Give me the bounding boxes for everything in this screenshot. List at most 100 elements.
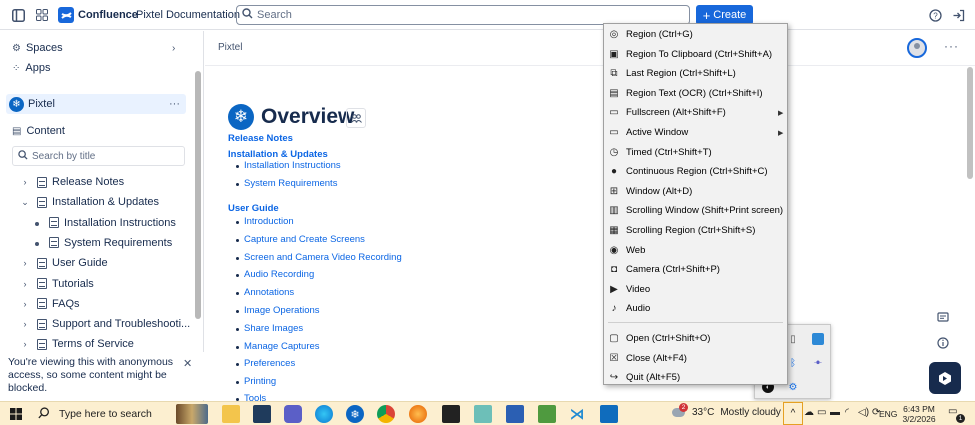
sidebar-tree-item[interactable]: › User Guide [0, 253, 196, 273]
more-actions-icon[interactable]: ··· [944, 39, 959, 53]
log-in-icon[interactable] [950, 7, 966, 23]
context-menu-item[interactable]: ♪ Audio [604, 299, 787, 318]
chevron-right-icon[interactable]: › [20, 319, 30, 329]
context-menu-item[interactable]: ◷ Timed (Ctrl+Shift+T) [604, 143, 787, 162]
overview-link[interactable]: Release Notes [228, 133, 293, 144]
bluetooth-icon[interactable]: ᛒ [787, 357, 799, 369]
avatar[interactable] [907, 38, 927, 58]
sidebar-tree-item[interactable]: › Tutorials [0, 274, 196, 294]
overview-link[interactable]: Tools [244, 393, 266, 401]
outlook-icon[interactable] [600, 405, 618, 423]
overview-link[interactable]: Screen and Camera Video Recording [244, 252, 402, 263]
overview-link[interactable]: Preferences [244, 358, 295, 369]
context-menu-item[interactable]: ◉ Web [604, 241, 787, 260]
sidebar-tree-item[interactable]: › Support and Troubleshooti... [0, 314, 196, 334]
global-search[interactable] [236, 5, 690, 25]
breadcrumb[interactable]: Pixtel [218, 42, 242, 53]
close-icon[interactable]: ✕ [183, 357, 192, 370]
sidebar-tree-item[interactable]: System Requirements [0, 233, 196, 253]
rovo-chat-button[interactable] [929, 362, 961, 394]
more-actions-icon[interactable]: ··· [169, 98, 180, 110]
file-explorer-icon[interactable] [222, 405, 240, 423]
network-app-icon[interactable]: ⚙ [787, 381, 799, 393]
app-blue-icon[interactable] [812, 333, 824, 345]
vscode-icon[interactable]: ⋊ [568, 405, 586, 423]
app-window-icon[interactable] [474, 405, 492, 423]
overview-link[interactable]: Manage Captures [244, 341, 320, 352]
show-hidden-icons-button[interactable]: ^ [783, 402, 803, 425]
confluence-home-link[interactable]: Confluence [58, 7, 138, 23]
chevron-right-icon[interactable]: › [20, 299, 30, 309]
sidebar-search[interactable] [12, 146, 185, 166]
teams-taskbar-icon[interactable] [284, 405, 302, 423]
chevron-right-icon[interactable]: › [20, 177, 30, 187]
onedrive-icon[interactable]: ☁ [804, 407, 814, 418]
overview-link[interactable]: User Guide [228, 203, 279, 214]
context-menu-item[interactable]: ▤ Region Text (OCR) (Ctrl+Shift+I) [604, 84, 787, 103]
comment-icon[interactable] [934, 309, 952, 327]
overview-link[interactable]: Installation & Updates [228, 149, 328, 160]
chevron-right-icon[interactable]: › [20, 258, 30, 268]
chevron-down-icon[interactable]: ⌄ [20, 197, 30, 208]
context-menu-item[interactable]: ▣ Region To Clipboard (Ctrl+Shift+A) [604, 45, 787, 64]
overview-link[interactable]: Image Operations [244, 305, 320, 316]
taskbar-search[interactable]: Type here to search [32, 404, 210, 424]
battery-icon[interactable]: ▭ [817, 407, 826, 418]
context-menu-item[interactable]: ▭ Active Window ▶ [604, 123, 787, 142]
language-indicator[interactable]: ENG [879, 409, 897, 419]
sidebar-tree-item[interactable]: Installation Instructions [0, 213, 196, 233]
context-menu-item[interactable]: ↪ Quit (Alt+F5) [604, 368, 787, 387]
overview-link[interactable]: Audio Recording [244, 269, 314, 280]
context-menu-item[interactable]: ● Continuous Region (Ctrl+Shift+C) [604, 162, 787, 181]
sidebar-scrollbar[interactable] [195, 71, 201, 319]
context-menu-item[interactable]: ▶ Video [604, 280, 787, 299]
watchers-icon[interactable] [346, 108, 366, 128]
context-menu-item[interactable]: ▦ Scrolling Region (Ctrl+Shift+S) [604, 221, 787, 240]
overview-link[interactable]: Capture and Create Screens [244, 234, 365, 245]
context-menu-item[interactable]: ⧉ Last Region (Ctrl+Shift+L) [604, 64, 787, 83]
sidebar-item-content[interactable]: ▤ Content [0, 121, 196, 141]
teams-icon[interactable]: ꔹ [812, 357, 824, 369]
sidebar-item-apps[interactable]: ⁘ Apps [0, 58, 196, 78]
sidebar-toggle-icon[interactable] [10, 7, 26, 23]
overview-link[interactable]: System Requirements [244, 178, 337, 189]
terminal-icon[interactable] [442, 405, 460, 423]
paint-icon[interactable] [538, 405, 556, 423]
overview-link[interactable]: Printing [244, 376, 276, 387]
main-scrollbar[interactable] [967, 67, 973, 179]
power-automate-icon[interactable] [506, 405, 524, 423]
create-button[interactable]: + Create [696, 5, 753, 25]
confluence-app-icon[interactable]: ❄ [346, 405, 364, 423]
context-menu-item[interactable]: ☒ Close (Alt+F4) [604, 349, 787, 368]
app-dark-icon[interactable] [253, 405, 271, 423]
sidebar-tree-item[interactable]: ⌄ Installation & Updates [0, 192, 196, 212]
app-tray-icon[interactable]: ▬ [830, 407, 840, 418]
edge-icon[interactable] [315, 405, 333, 423]
space-name-link[interactable]: Pixtel Documentation [136, 9, 240, 21]
sidebar-tree-item[interactable]: › Release Notes [0, 172, 196, 192]
context-menu-item[interactable]: ⊞ Window (Alt+D) [604, 182, 787, 201]
volume-icon[interactable]: ◁) [858, 407, 869, 418]
overview-link[interactable]: Annotations [244, 287, 294, 298]
wifi-icon[interactable]: ◜ [845, 407, 849, 418]
sidebar-item-space-pixtel[interactable]: ❄ Pixtel ··· [6, 94, 186, 114]
phone-icon[interactable]: ▯ [787, 333, 799, 345]
help-icon[interactable]: ? [927, 7, 943, 23]
chrome-icon[interactable] [377, 405, 395, 423]
context-menu-item[interactable]: ◘ Camera (Ctrl+Shift+P) [604, 260, 787, 279]
weather-widget[interactable]: 2 33°C Mostly cloudy [672, 403, 781, 418]
context-menu-item[interactable]: ▭ Fullscreen (Alt+Shift+F) ▶ [604, 103, 787, 122]
sidebar-item-spaces[interactable]: ⚙ Spaces › [0, 38, 196, 58]
overview-link[interactable]: Share Images [244, 323, 303, 334]
chevron-right-icon[interactable]: › [20, 279, 30, 289]
app-switcher-icon[interactable] [34, 7, 50, 23]
sidebar-search-input[interactable] [32, 150, 172, 162]
taskbar-clock[interactable]: 6:43 PM 3/2/2026 [898, 404, 940, 424]
chevron-right-icon[interactable]: › [20, 339, 30, 349]
sidebar-tree-item[interactable]: › FAQs [0, 294, 196, 314]
overview-link[interactable]: Installation Instructions [244, 160, 341, 171]
search-input[interactable] [257, 9, 657, 21]
overview-link[interactable]: Introduction [244, 216, 294, 227]
context-menu-item[interactable]: ▢ Open (Ctrl+Shift+O) [604, 329, 787, 348]
context-menu-item[interactable]: ◎ Region (Ctrl+G) [604, 25, 787, 44]
